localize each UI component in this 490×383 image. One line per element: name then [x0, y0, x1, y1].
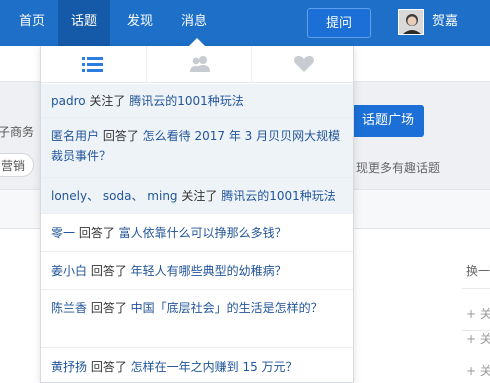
list-item[interactable]: lonely、 soda、 ming 关注了 腾讯云的1001种玩法	[41, 178, 353, 214]
list-item[interactable]: 匿名用户 回答了 怎么看待 2017 年 3 月贝贝网大规模裁员事件？	[41, 118, 353, 178]
notification-target[interactable]: 怎样在一年之内赚到 15 万元？	[131, 360, 298, 374]
user-name[interactable]: 贺嘉	[432, 0, 458, 46]
notification-target[interactable]: 年轻人有哪些典型的幼稚病？	[131, 264, 287, 278]
notification-verb: 回答了	[99, 129, 143, 143]
notification-actor[interactable]: 匿名用户	[51, 129, 99, 143]
topic-tag-label: 营销	[1, 159, 26, 173]
list-item[interactable]: 黄抒扬 回答了 怎样在一年之内赚到 15 万元？	[41, 348, 353, 382]
top-navigation-bar: 首页 话题 发现 消息 提问 贺嘉	[0, 0, 490, 46]
notification-verb: 回答了	[87, 264, 131, 278]
ask-question-button[interactable]: 提问	[307, 8, 371, 38]
follow-button[interactable]: + 关	[466, 330, 490, 347]
notification-target[interactable]: 富人依靠什么可以挣那么多钱？	[119, 226, 287, 240]
list-item[interactable]: 姜小白 回答了 年轻人有哪些典型的幼稚病？	[41, 252, 353, 290]
notification-verb: 回答了	[87, 360, 131, 374]
follow-button[interactable]: + 关	[466, 305, 490, 322]
list-icon	[82, 57, 103, 72]
dropdown-tabs	[41, 46, 353, 83]
topic-plaza-button[interactable]: 话题广场	[352, 105, 424, 137]
list-item[interactable]: 陈兰香 回答了 中国「底层社会」的生活是怎样的？	[41, 290, 353, 348]
tab-activity[interactable]	[41, 46, 145, 83]
nav-topics[interactable]: 话题	[58, 0, 110, 46]
topic-tag-marketing[interactable]: 营销	[0, 153, 34, 177]
users-icon	[190, 56, 210, 72]
notification-verb: 关注了	[85, 94, 130, 108]
notification-verb: 关注了	[177, 189, 222, 203]
notification-actor[interactable]: padro	[51, 94, 86, 108]
heart-icon	[294, 55, 314, 72]
discover-more-topics-text: 现更多有趣话题	[356, 161, 441, 175]
notification-actor[interactable]: 黄抒扬	[51, 360, 87, 374]
divider	[462, 288, 490, 289]
nav-home[interactable]: 首页	[8, 0, 56, 46]
notification-target[interactable]: 腾讯云的1001种玩法	[221, 189, 336, 203]
refresh-link[interactable]: 换一	[466, 262, 490, 279]
avatar[interactable]	[398, 9, 424, 35]
tab-likes[interactable]	[251, 46, 353, 83]
notification-target[interactable]: 腾讯云的1001种玩法	[129, 94, 244, 108]
tab-followers[interactable]	[146, 46, 250, 83]
list-item[interactable]: padro 关注了 腾讯云的1001种玩法	[41, 84, 353, 118]
user-avatar-icon	[399, 10, 423, 34]
notification-verb: 回答了	[75, 226, 119, 240]
messages-dropdown: padro 关注了 腾讯云的1001种玩法 匿名用户 回答了 怎么看待 2017…	[40, 46, 354, 383]
notification-actor[interactable]: 零一	[51, 226, 75, 240]
topic-tag-ecommerce[interactable]: 子商务	[0, 123, 34, 140]
notification-target[interactable]: 中国「底层社会」的生活是怎样的？	[131, 301, 323, 315]
notification-verb: 回答了	[87, 301, 131, 315]
notification-actor[interactable]: 陈兰香	[51, 301, 87, 315]
follow-button[interactable]: + 关	[466, 362, 490, 379]
dropdown-caret	[188, 38, 206, 47]
nav-discover[interactable]: 发现	[114, 0, 166, 46]
notification-actor[interactable]: 姜小白	[51, 264, 87, 278]
notification-actor[interactable]: lonely、 soda、 ming	[51, 189, 178, 203]
list-item[interactable]: 零一 回答了 富人依靠什么可以挣那么多钱？	[41, 214, 353, 252]
